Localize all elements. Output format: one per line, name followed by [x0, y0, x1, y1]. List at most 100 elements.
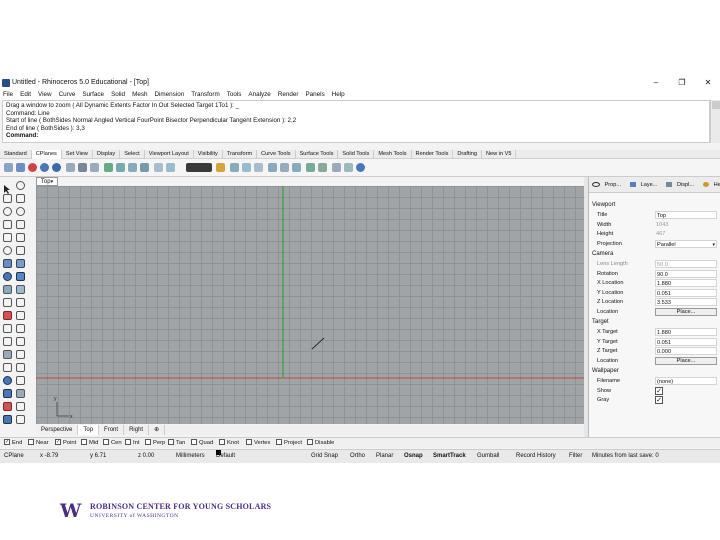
menu-tools[interactable]: Tools	[227, 91, 242, 98]
cplane-curve-icon[interactable]	[78, 163, 87, 172]
osnap-checkbox[interactable]	[103, 439, 109, 446]
fillet-icon[interactable]	[3, 324, 12, 333]
tab-select[interactable]: Select	[120, 150, 145, 159]
record-history-toggle[interactable]: Record History	[516, 450, 556, 463]
osnap-perp[interactable]: Perp	[145, 438, 165, 449]
show-checkbox[interactable]: ✓	[655, 386, 663, 395]
cplane-3point-icon[interactable]	[104, 163, 113, 172]
cplane-top-icon[interactable]	[230, 163, 239, 172]
osnap-checkbox[interactable]	[276, 439, 282, 446]
planar-toggle[interactable]: Planar	[376, 450, 393, 463]
scale-icon[interactable]	[16, 350, 25, 359]
cplane-view-icon[interactable]	[140, 163, 149, 172]
osnap-end[interactable]: ✓ End	[4, 438, 22, 449]
mesh-icon[interactable]	[16, 285, 25, 294]
tab-cplanes[interactable]: CPlanes	[31, 150, 62, 159]
filename-field[interactable]: (none)	[655, 377, 717, 385]
osnap-checkbox[interactable]	[191, 439, 197, 446]
osnap-tan[interactable]: Tan	[168, 438, 185, 449]
osnap-checkbox[interactable]	[307, 439, 313, 446]
osnap-checkbox[interactable]	[125, 439, 131, 446]
split-icon[interactable]	[16, 311, 25, 320]
menu-file[interactable]: File	[3, 91, 13, 98]
osnap-vertex[interactable]: Vertex	[246, 438, 270, 449]
arc-icon[interactable]	[3, 220, 12, 229]
viewport-menu-icon[interactable]: ▾	[51, 179, 54, 185]
x-target-field[interactable]: 1.880	[655, 328, 717, 336]
cplane-elevation-icon[interactable]	[40, 163, 49, 172]
minimize-button[interactable]: –	[646, 76, 666, 90]
tab-solid-tools[interactable]: Solid Tools	[338, 150, 375, 159]
cplane-sphere-icon[interactable]	[52, 163, 61, 172]
cplane-origin-icon[interactable]	[28, 163, 37, 172]
point-icon[interactable]	[16, 181, 25, 190]
drawn-line[interactable]	[311, 337, 325, 350]
camera-place-button[interactable]: Place...	[655, 307, 717, 316]
options-icon[interactable]	[16, 415, 25, 424]
grid-icon[interactable]	[16, 402, 25, 411]
rotate-icon[interactable]	[3, 350, 12, 359]
osnap-near[interactable]: Near	[28, 438, 49, 449]
cplane-icon[interactable]	[4, 163, 13, 172]
ellipse-icon[interactable]	[16, 207, 25, 216]
menu-solid[interactable]: Solid	[111, 91, 125, 98]
panel-tab-help[interactable]: Help	[700, 177, 720, 193]
viewport-title-tab[interactable]: Top▾	[36, 177, 58, 186]
y-target-field[interactable]: 0.051	[655, 337, 717, 346]
menu-analyze[interactable]: Analyze	[248, 91, 270, 98]
osnap-checkbox[interactable]: ✓	[4, 439, 10, 446]
osnap-int[interactable]: Int	[125, 438, 139, 449]
gumball-toggle[interactable]: Gumball	[477, 450, 499, 463]
cplane-left-icon[interactable]	[280, 163, 289, 172]
panel-tab-properties[interactable]: Prop...	[589, 177, 627, 193]
osnap-quad[interactable]: Quad	[191, 438, 213, 449]
menu-render[interactable]: Render	[278, 91, 299, 98]
curve-icon[interactable]	[16, 194, 25, 203]
osnap-knot[interactable]: Knot	[219, 438, 239, 449]
osnap-checkbox[interactable]	[28, 439, 34, 446]
layer-icon[interactable]	[3, 389, 12, 398]
viewport-tab-right[interactable]: Right	[124, 425, 150, 435]
tab-transform[interactable]: Transform	[223, 150, 258, 159]
ortho-toggle[interactable]: Ortho	[350, 450, 365, 463]
osnap-cen[interactable]: Cen	[103, 438, 122, 449]
osnap-mid[interactable]: Mid	[81, 438, 98, 449]
osnap-checkbox[interactable]	[246, 439, 252, 446]
command-prompt[interactable]: Command:	[6, 132, 706, 140]
cplane-front-icon[interactable]	[242, 163, 251, 172]
select-arrow-icon[interactable]	[3, 181, 12, 194]
menu-panels[interactable]: Panels	[305, 91, 324, 98]
maximize-button[interactable]: ❐	[672, 76, 692, 90]
join-icon[interactable]	[16, 324, 25, 333]
title-field[interactable]: Top	[655, 211, 717, 219]
curve-from-objects-icon[interactable]	[16, 246, 25, 255]
box-icon[interactable]	[16, 272, 25, 281]
solid-tools-icon[interactable]	[3, 285, 12, 294]
cplane-surface-icon[interactable]	[90, 163, 99, 172]
osnap-toggle[interactable]: Osnap	[404, 450, 423, 463]
freeform-icon[interactable]	[16, 233, 25, 242]
panel-tab-display[interactable]: Displ...	[663, 177, 700, 193]
cplane-vertical-icon[interactable]	[116, 163, 125, 172]
group-icon[interactable]	[16, 376, 25, 385]
trim-icon[interactable]	[3, 311, 12, 320]
cplane-previous-icon[interactable]	[332, 163, 341, 172]
cplane-right-icon[interactable]	[254, 163, 263, 172]
viewport-tab-top[interactable]: Top	[78, 425, 100, 435]
open-folder-icon[interactable]	[216, 163, 225, 172]
filter-toggle[interactable]: Filter	[569, 450, 582, 463]
cplane-undo-icon[interactable]	[306, 163, 315, 172]
tab-new-in-v5[interactable]: New in V5	[482, 150, 517, 159]
text-icon[interactable]	[3, 298, 12, 307]
close-button[interactable]: ✕	[698, 76, 718, 90]
menu-curve[interactable]: Curve	[59, 91, 76, 98]
tab-set-view[interactable]: Set View	[62, 150, 93, 159]
smarttrack-toggle[interactable]: SmartTrack	[433, 450, 466, 463]
menu-mesh[interactable]: Mesh	[132, 91, 147, 98]
menu-edit[interactable]: Edit	[20, 91, 31, 98]
z-location-field[interactable]: 3.533	[655, 298, 717, 306]
render-preview-icon[interactable]	[3, 415, 12, 424]
tab-curve-tools[interactable]: Curve Tools	[257, 150, 296, 159]
osnap-disable[interactable]: Disable	[307, 438, 334, 449]
z-target-field[interactable]: 0.000	[655, 347, 717, 355]
